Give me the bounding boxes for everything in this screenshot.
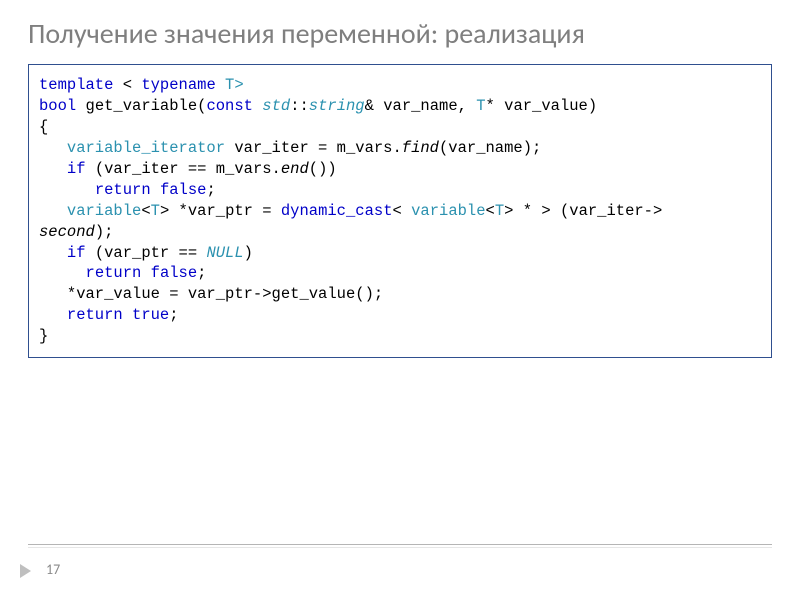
kw-return: return: [67, 306, 123, 324]
page-number: 17: [46, 561, 60, 578]
code-text: );: [95, 223, 114, 241]
type-string: string: [309, 97, 365, 115]
code-text: (var_name);: [439, 139, 541, 157]
code-text: ::: [290, 97, 309, 115]
slide-title: Получение значения переменной: реализаци…: [28, 18, 772, 50]
type-T: T>: [216, 76, 244, 94]
method-get-value: get_value: [272, 285, 356, 303]
code-text: <: [113, 76, 141, 94]
kw-null: NULL: [206, 244, 243, 262]
kw-false: false: [160, 181, 207, 199]
member-second: second: [39, 223, 95, 241]
code-text: *var_value = var_ptr->: [39, 285, 272, 303]
code-text: ();: [355, 285, 383, 303]
type-variable: variable: [67, 202, 141, 220]
chevron-right-icon: [20, 564, 31, 578]
method-end: end: [281, 160, 309, 178]
kw-return: return: [86, 264, 142, 282]
code-text: var_iter = m_vars.: [225, 139, 402, 157]
indent: [39, 139, 67, 157]
code-text: ;: [197, 264, 206, 282]
code-block: template < typename T> bool get_variable…: [28, 64, 772, 358]
code-text: > *var_ptr =: [160, 202, 281, 220]
footer-divider: [28, 544, 772, 548]
code-text: ;: [206, 181, 215, 199]
code-text: [253, 97, 262, 115]
slide: Получение значения переменной: реализаци…: [0, 0, 800, 600]
code-text: <: [393, 202, 412, 220]
code-text: <: [141, 202, 150, 220]
code-text: * var_value): [486, 97, 598, 115]
code-text: ;: [169, 306, 178, 324]
fn-get-variable: get_variable(: [76, 97, 206, 115]
type-T: T: [495, 202, 504, 220]
indent: [39, 264, 86, 282]
brace-close: }: [39, 327, 48, 345]
kw-dynamic-cast: dynamic_cast: [281, 202, 393, 220]
kw-const: const: [206, 97, 253, 115]
code-text: [141, 264, 150, 282]
method-find: find: [402, 139, 439, 157]
code-text: > * > (var_iter->: [504, 202, 662, 220]
type-T: T: [151, 202, 160, 220]
type-variable: variable: [411, 202, 485, 220]
kw-if: if: [67, 244, 86, 262]
type-T: T: [476, 97, 485, 115]
indent: [39, 244, 67, 262]
ns-std: std: [262, 97, 290, 115]
indent: [39, 181, 95, 199]
code-text: [123, 306, 132, 324]
kw-false: false: [151, 264, 198, 282]
indent: [39, 306, 67, 324]
code-text: (var_iter == m_vars.: [86, 160, 281, 178]
code-text: ()): [309, 160, 337, 178]
code-text: <: [486, 202, 495, 220]
brace-open: {: [39, 118, 48, 136]
type-variable-iterator: variable_iterator: [67, 139, 225, 157]
code-text: (var_ptr ==: [86, 244, 207, 262]
kw-true: true: [132, 306, 169, 324]
kw-if: if: [67, 160, 86, 178]
kw-bool: bool: [39, 97, 76, 115]
code-text: [151, 181, 160, 199]
kw-template: template: [39, 76, 113, 94]
indent: [39, 160, 67, 178]
code-text: & var_name,: [365, 97, 477, 115]
code-text: ): [244, 244, 253, 262]
indent: [39, 202, 67, 220]
kw-typename: typename: [141, 76, 215, 94]
kw-return: return: [95, 181, 151, 199]
